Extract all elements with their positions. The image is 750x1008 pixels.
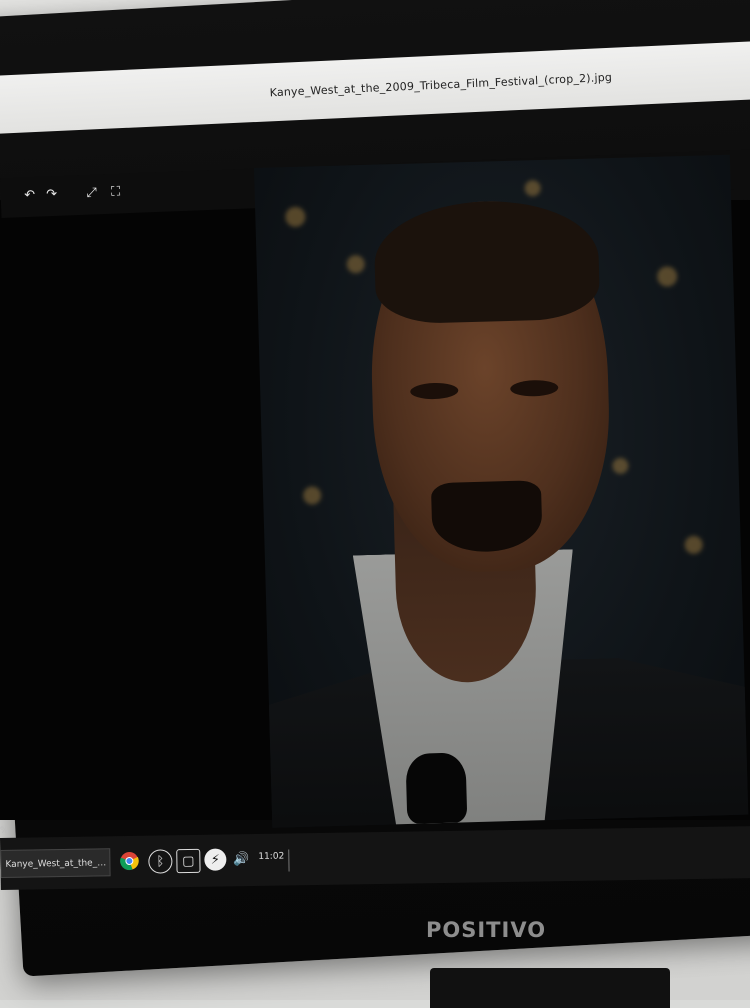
clock[interactable]: 11:02 <box>258 852 284 862</box>
volume-icon[interactable]: 🔊 <box>230 848 252 870</box>
power-icon[interactable]: ⚡ <box>204 848 227 871</box>
slideshow-icon[interactable]: ⛶ <box>106 183 125 202</box>
fullscreen-icon[interactable]: ⤢ <box>82 184 101 203</box>
sunglasses <box>405 752 468 824</box>
bokeh-light <box>346 254 365 274</box>
files-icon[interactable]: ▢ <box>176 848 201 874</box>
taskbar-window-button[interactable]: Kanye_West_at_the_200... <box>0 848 111 878</box>
rotate-left-icon[interactable]: ↶ <box>20 187 39 206</box>
chrome-icon[interactable] <box>118 850 140 872</box>
displayed-photo <box>254 154 749 828</box>
bokeh-light <box>302 486 322 505</box>
bokeh-light <box>612 457 629 475</box>
bokeh-light <box>684 535 703 555</box>
hair <box>373 198 601 325</box>
bokeh-light <box>656 266 678 287</box>
bokeh-light <box>285 206 306 228</box>
tray-separator <box>288 849 290 872</box>
rotate-right-icon[interactable]: ↷ <box>42 186 61 205</box>
monitor-brand-logo: POSITIVO <box>426 918 547 942</box>
bluetooth-icon[interactable]: ᛒ <box>148 849 173 874</box>
zoom-fragment: % <box>0 826 9 836</box>
monitor-stand <box>430 968 670 1008</box>
bokeh-light <box>524 180 541 197</box>
window-title: Kanye_West_at_the_2009_Tribeca_Film_Fest… <box>269 70 613 99</box>
